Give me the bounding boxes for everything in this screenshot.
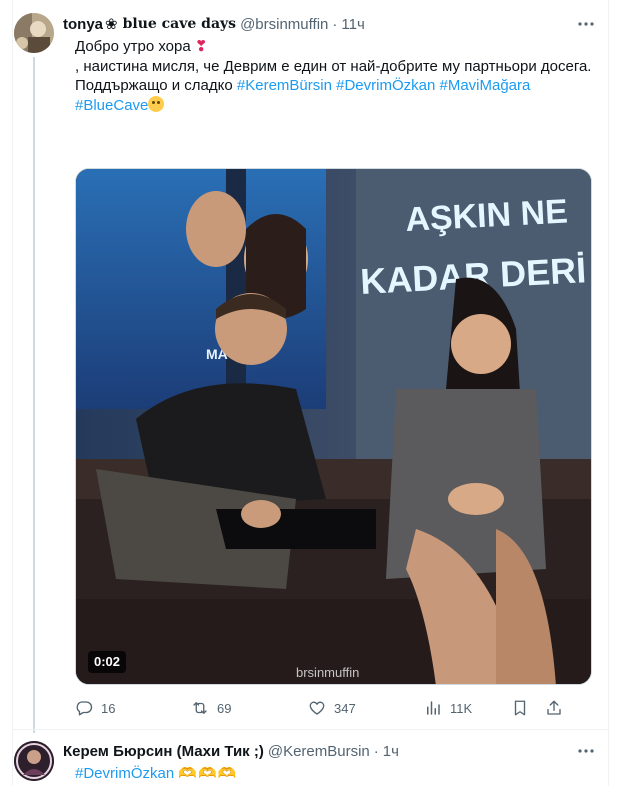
like-button[interactable]: 347: [308, 699, 356, 717]
views-count: 11K: [450, 700, 473, 716]
video-watermark: brsinmuffin: [296, 665, 359, 680]
hashtag-link[interactable]: #DevrimÖzkan: [75, 765, 174, 782]
retweet-button[interactable]: 69: [191, 699, 231, 717]
user-handle[interactable]: @KeremBursin: [268, 743, 370, 760]
avatar[interactable]: [14, 13, 54, 53]
reply-icon: [76, 701, 93, 716]
like-count: 347: [334, 700, 356, 716]
tweet-text-line-3: Поддържащо и сладко #KeremBürsin #Devrim…: [75, 76, 600, 96]
views-icon: [427, 701, 440, 715]
tweet-header: Керем Бюрсин (Махи Тик ;) @KeremBursin ·…: [63, 741, 399, 761]
display-name[interactable]: tonya: [63, 16, 103, 33]
share-icon: [547, 700, 561, 715]
tweet-text-line-2: , наистина мисля, че Деврим е един от на…: [75, 57, 592, 75]
flower-glyph: ❀: [105, 16, 118, 33]
tweet-actions: 16 69 347 11K: [75, 697, 561, 719]
text-supportive: Поддържащо и сладко: [75, 77, 233, 94]
more-icon[interactable]: [576, 741, 596, 761]
tweet-text-line-1: Добро утро хора ❣: [75, 37, 600, 57]
share-button[interactable]: [545, 699, 571, 717]
text-greeting: Добро утро хора: [75, 38, 191, 55]
video-player[interactable]: MA ARA AŞKIN NE KADAR DERİ brsinmuffin: [75, 168, 592, 685]
hashtag-link[interactable]: #DevrimÖzkan: [336, 77, 435, 94]
hashtag-link[interactable]: #BlueCave: [75, 97, 148, 114]
video-duration-badge: 0:02: [88, 651, 127, 673]
tweet-text-line-4: #BlueCave: [75, 95, 600, 116]
separator-dot: ·: [332, 15, 338, 33]
hashtag-link[interactable]: #KeremBürsin: [237, 77, 332, 94]
bookmark-button[interactable]: [511, 699, 537, 717]
pleading-face-emoji: [148, 95, 165, 112]
heart-hands-emoji: 🫶🫶🫶: [178, 765, 238, 782]
separator-dot: ·: [373, 742, 379, 760]
reply-count: 16: [101, 700, 116, 716]
reply-button[interactable]: 16: [75, 699, 115, 717]
retweet-count: 69: [217, 700, 232, 716]
hashtag-link[interactable]: #MaviMağara: [439, 77, 530, 94]
user-handle[interactable]: @brsinmuffin: [240, 16, 328, 33]
tweet-text: #DevrimÖzkan 🫶🫶🫶: [75, 764, 237, 783]
tweet-1[interactable]: tonya ❀ 𝐛𝐥𝐮𝐞 𝐜𝐚𝐯𝐞 𝐝𝐚𝐲𝐬 @brsinmuffin · 11…: [0, 0, 625, 733]
timestamp[interactable]: 1ч: [383, 743, 399, 760]
bookmark-icon: [514, 700, 526, 716]
tweet-header: tonya ❀ 𝐛𝐥𝐮𝐞 𝐜𝐚𝐯𝐞 𝐝𝐚𝐲𝐬 @brsinmuffin · 11…: [63, 14, 365, 34]
display-name[interactable]: Керем Бюрсин (Махи Тик ;): [63, 743, 264, 760]
heart-icon: [309, 701, 325, 715]
timestamp[interactable]: 11ч: [341, 16, 364, 33]
tweet-text: Добро утро хора ❣ , наистина мисля, че Д…: [75, 37, 600, 115]
views-button[interactable]: 11K: [424, 699, 472, 717]
heart-exclamation-emoji: ❣: [194, 38, 208, 55]
more-icon[interactable]: [576, 14, 596, 34]
avatar[interactable]: [14, 741, 54, 781]
retweet-icon: [193, 702, 207, 714]
thread-connector: [33, 57, 35, 733]
display-name-suffix[interactable]: 𝐛𝐥𝐮𝐞 𝐜𝐚𝐯𝐞 𝐝𝐚𝐲𝐬: [123, 16, 236, 32]
